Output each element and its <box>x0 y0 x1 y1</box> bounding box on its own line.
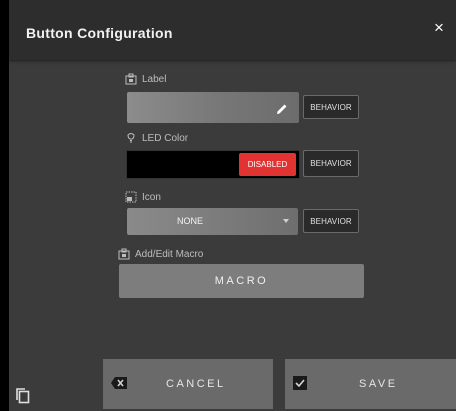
macro-tag-icon <box>118 248 130 260</box>
image-frame-icon <box>125 191 137 203</box>
icon-section-heading: Icon <box>125 191 161 203</box>
label-behavior-button[interactable]: BEHAVIOR <box>303 95 359 119</box>
copy-icon[interactable] <box>16 388 30 409</box>
led-status-badge[interactable]: DISABLED <box>239 153 296 176</box>
button-configuration-dialog: Button Configuration × Label BEHAVIOR LE… <box>9 0 456 411</box>
backspace-icon <box>111 376 127 394</box>
icon-select[interactable]: NONE <box>127 208 298 235</box>
label-input[interactable] <box>127 92 299 123</box>
macro-heading-text: Add/Edit Macro <box>135 248 204 260</box>
macro-section-heading: Add/Edit Macro <box>118 248 203 260</box>
label-tag-icon <box>125 73 137 85</box>
macro-button[interactable]: MACRO <box>119 264 364 298</box>
save-button[interactable]: SAVE <box>285 359 456 409</box>
icon-behavior-button[interactable]: BEHAVIOR <box>303 209 359 233</box>
led-heading-text: LED Color <box>142 132 189 144</box>
close-icon[interactable]: × <box>431 18 447 38</box>
checkbox-icon <box>293 376 307 395</box>
icon-select-value: NONE <box>177 216 204 226</box>
save-label: SAVE <box>359 378 398 390</box>
dialog-header: Button Configuration × <box>9 0 456 60</box>
label-section-heading: Label <box>125 73 166 85</box>
cancel-label: CANCEL <box>166 378 226 390</box>
led-color-swatch[interactable]: DISABLED <box>126 150 300 179</box>
led-section-heading: LED Color <box>125 132 188 144</box>
led-behavior-button[interactable]: BEHAVIOR <box>303 150 359 177</box>
chevron-down-icon <box>283 219 289 223</box>
icon-heading-text: Icon <box>142 191 161 203</box>
dialog-title: Button Configuration <box>26 25 173 41</box>
pencil-icon[interactable] <box>276 102 288 120</box>
bulb-icon <box>125 132 137 144</box>
label-heading-text: Label <box>142 73 167 85</box>
cancel-button[interactable]: CANCEL <box>103 359 273 409</box>
